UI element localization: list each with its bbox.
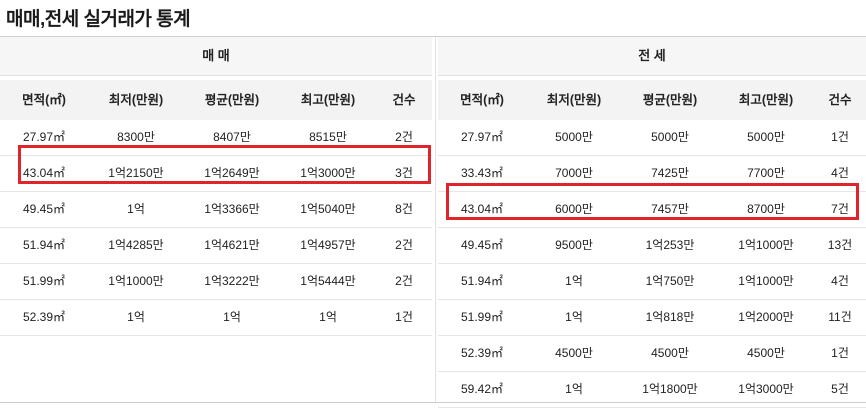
cell-avg: 4500만 bbox=[651, 346, 689, 360]
cell-min: 4500만 bbox=[555, 346, 593, 360]
cell-area: 51.99㎡ bbox=[460, 310, 504, 324]
jeonse-table-body: 27.97㎡ 5000만 5000만 5000만 1건 33.43㎡ 7000만 7425만 7… bbox=[438, 120, 866, 408]
cell-avg: 7457만 bbox=[651, 202, 689, 216]
cell-count: 13건 bbox=[827, 238, 853, 252]
table-row: 52.39㎡ 4500만 4500만 4500만 1건 bbox=[438, 336, 866, 372]
panel-divider bbox=[435, 37, 436, 403]
cell-count: 2건 bbox=[395, 274, 413, 288]
table-row: 27.97㎡ 8300만 8407만 8515만 2건 bbox=[0, 120, 432, 156]
cell-area: 43.04㎡ bbox=[22, 166, 66, 180]
cell-min: 8300만 bbox=[117, 130, 155, 144]
table-row: 27.97㎡ 5000만 5000만 5000만 1건 bbox=[438, 120, 866, 156]
cell-area: 33.43㎡ bbox=[460, 166, 504, 180]
cell-min: 7000만 bbox=[555, 166, 593, 180]
cell-area: 27.97㎡ bbox=[460, 130, 504, 144]
cell-max: 1억5040만 bbox=[300, 202, 356, 216]
cell-max: 1억 bbox=[319, 310, 337, 324]
table-row: 52.39㎡ 1억 1억 1억 1건 bbox=[0, 300, 432, 336]
table-row: 49.45㎡ 9500만 1억253만 1억1000만 13건 bbox=[438, 228, 866, 264]
sale-column-header: 면적(㎡) 최저(만원) 평균(만원) 최고(만원) 건수 bbox=[0, 80, 432, 120]
cell-count: 1건 bbox=[831, 346, 849, 360]
cell-max: 1억5444만 bbox=[300, 274, 356, 288]
cell-avg: 1억818만 bbox=[645, 310, 695, 324]
cell-avg: 7425만 bbox=[651, 166, 689, 180]
cell-area: 27.97㎡ bbox=[22, 130, 66, 144]
cell-avg: 1억 bbox=[223, 310, 241, 324]
cell-min: 1억1000만 bbox=[108, 274, 164, 288]
column-max: 최고(만원) bbox=[300, 93, 356, 107]
cell-max: 1억1000만 bbox=[738, 238, 794, 252]
cell-avg: 1억2649만 bbox=[204, 166, 260, 180]
column-count: 건수 bbox=[828, 93, 852, 107]
cell-max: 8700만 bbox=[747, 202, 785, 216]
column-area: 면적(㎡) bbox=[22, 93, 66, 107]
cell-avg: 8407만 bbox=[213, 130, 251, 144]
table-row: 33.43㎡ 7000만 7425만 7700만 4건 bbox=[438, 156, 866, 192]
cell-area: 51.94㎡ bbox=[22, 238, 66, 252]
cell-max: 1억2000만 bbox=[738, 310, 794, 324]
cell-count: 4건 bbox=[831, 166, 849, 180]
jeonse-column-header: 면적(㎡) 최저(만원) 평균(만원) 최고(만원) 건수 bbox=[438, 80, 866, 120]
cell-count: 3건 bbox=[395, 166, 413, 180]
cell-min: 6000만 bbox=[555, 202, 593, 216]
table-row: 49.45㎡ 1억 1억3366만 1억5040만 8건 bbox=[0, 192, 432, 228]
cell-max: 1억1000만 bbox=[738, 274, 794, 288]
column-count: 건수 bbox=[392, 93, 416, 107]
cell-avg: 1억4621만 bbox=[204, 238, 260, 252]
cell-max: 5000만 bbox=[747, 130, 785, 144]
table-row: 43.04㎡ 1억2150만 1억2649만 1억3000만 3건 bbox=[0, 156, 432, 192]
column-max: 최고(만원) bbox=[738, 93, 794, 107]
cell-min: 1억4285만 bbox=[108, 238, 164, 252]
cell-min: 1억 bbox=[127, 202, 145, 216]
column-min: 최저(만원) bbox=[546, 93, 602, 107]
bottom-divider bbox=[0, 402, 866, 403]
cell-area: 51.99㎡ bbox=[22, 274, 66, 288]
cell-avg: 1억253만 bbox=[645, 238, 695, 252]
column-area: 면적(㎡) bbox=[460, 93, 504, 107]
cell-avg: 1억3222만 bbox=[204, 274, 260, 288]
cell-min: 9500만 bbox=[555, 238, 593, 252]
cell-count: 2건 bbox=[395, 238, 413, 252]
cell-count: 2건 bbox=[395, 130, 413, 144]
cell-min: 1억 bbox=[565, 310, 583, 324]
cell-min: 5000만 bbox=[555, 130, 593, 144]
cell-area: 43.04㎡ bbox=[460, 202, 504, 216]
column-min: 최저(만원) bbox=[108, 93, 164, 107]
cell-count: 11건 bbox=[828, 310, 852, 324]
cell-area: 49.45㎡ bbox=[460, 238, 504, 252]
table-row: 51.94㎡ 1억 1억750만 1억1000만 4건 bbox=[438, 264, 866, 300]
column-avg: 평균(만원) bbox=[204, 93, 260, 107]
cell-area: 51.94㎡ bbox=[460, 274, 504, 288]
cell-count: 4건 bbox=[831, 274, 849, 288]
jeonse-panel-heading: 전 세 bbox=[438, 37, 866, 76]
cell-max: 4500만 bbox=[747, 346, 785, 360]
cell-max: 1억3000만 bbox=[300, 166, 356, 180]
cell-count: 8건 bbox=[395, 202, 413, 216]
cell-count: 1건 bbox=[831, 130, 849, 144]
cell-max: 7700만 bbox=[747, 166, 785, 180]
cell-avg: 5000만 bbox=[651, 130, 689, 144]
jeonse-stats-panel: 전 세 면적(㎡) 최저(만원) 평균(만원) 최고(만원) 건수 27.97㎡… bbox=[438, 37, 866, 408]
cell-min: 1억 bbox=[565, 274, 583, 288]
table-row: 43.04㎡ 6000만 7457만 8700만 7건 bbox=[438, 192, 866, 228]
cell-avg: 1억750만 bbox=[645, 274, 695, 288]
cell-max: 8515만 bbox=[309, 130, 347, 144]
sale-stats-panel: 매 매 면적(㎡) 최저(만원) 평균(만원) 최고(만원) 건수 27.97㎡… bbox=[0, 37, 432, 336]
cell-min: 1억 bbox=[127, 310, 145, 324]
table-row: 51.94㎡ 1억4285만 1억4621만 1억4957만 2건 bbox=[0, 228, 432, 264]
cell-area: 49.45㎡ bbox=[22, 202, 66, 216]
table-row: 51.99㎡ 1억1000만 1억3222만 1억5444만 2건 bbox=[0, 264, 432, 300]
cell-count: 1건 bbox=[395, 310, 413, 324]
cell-count: 7건 bbox=[831, 202, 849, 216]
sale-panel-heading: 매 매 bbox=[0, 37, 432, 76]
sale-table-body: 27.97㎡ 8300만 8407만 8515만 2건 43.04㎡ 1억2150만 1억26… bbox=[0, 120, 432, 336]
cell-max: 1억4957만 bbox=[300, 238, 356, 252]
cell-min: 1억2150만 bbox=[108, 166, 164, 180]
table-row: 51.99㎡ 1억 1억818만 1억2000만 11건 bbox=[438, 300, 866, 336]
cell-area: 52.39㎡ bbox=[460, 346, 504, 360]
cell-avg: 1억3366만 bbox=[204, 202, 260, 216]
page-title: 매매,전세 실거래가 통계 bbox=[6, 9, 191, 30]
column-avg: 평균(만원) bbox=[642, 93, 698, 107]
cell-area: 52.39㎡ bbox=[22, 310, 66, 324]
